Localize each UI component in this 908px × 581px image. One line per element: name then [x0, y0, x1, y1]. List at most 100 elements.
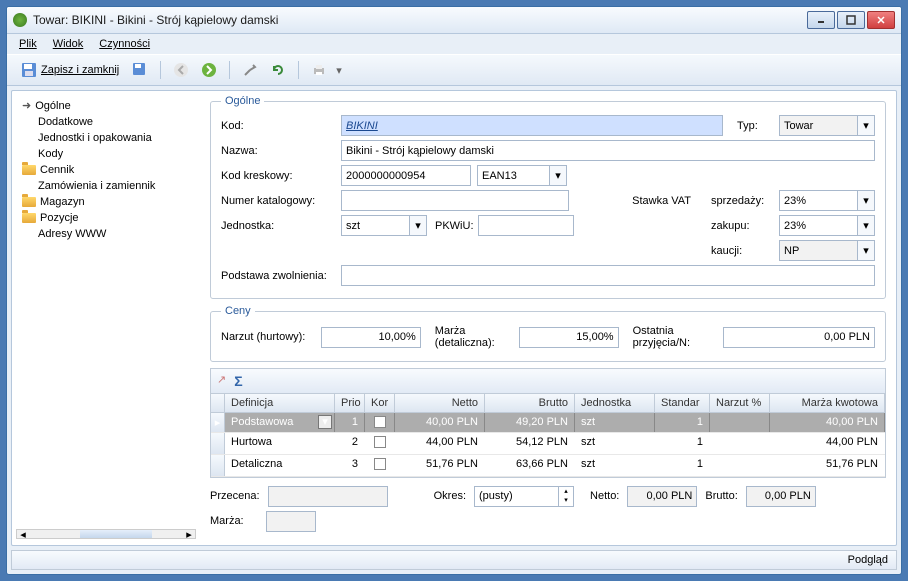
- cell-narzut: [710, 413, 770, 432]
- input-ostatnia[interactable]: [723, 327, 875, 348]
- select-vat-kaucji[interactable]: NP▾: [779, 240, 875, 261]
- price-toolbar: ↗ Σ: [210, 368, 886, 393]
- grid-row[interactable]: Hurtowa244,00 PLN54,12 PLNszt144,00 PLN: [211, 433, 885, 455]
- nav-magazyn[interactable]: Magazyn: [16, 194, 196, 210]
- input-podstawa[interactable]: [341, 265, 875, 286]
- save-dropdown-button[interactable]: [129, 59, 151, 81]
- maximize-button[interactable]: [837, 11, 865, 29]
- col-definicja[interactable]: Definicja: [225, 394, 335, 412]
- col-jednostka[interactable]: Jednostka: [575, 394, 655, 412]
- disk-dropdown-icon: [132, 62, 148, 78]
- nav-kody[interactable]: Kody: [16, 146, 196, 162]
- input-okres[interactable]: (pusty)▴▾: [474, 486, 574, 507]
- input-kod-kreskowy[interactable]: [341, 165, 471, 186]
- cell-kor[interactable]: [365, 433, 395, 454]
- cell-def: Hurtowa: [225, 433, 335, 454]
- label-stawka-vat: Stawka VAT: [632, 195, 691, 207]
- nav-dodatkowe[interactable]: Dodatkowe: [16, 114, 196, 130]
- scroll-thumb[interactable]: [80, 530, 151, 538]
- input-kod[interactable]: [341, 115, 723, 136]
- col-prio[interactable]: Prio: [335, 394, 365, 412]
- nav-scrollbar[interactable]: ◂ ▸: [16, 529, 196, 539]
- cell-prio: 3: [335, 455, 365, 476]
- export-icon[interactable]: ↗: [217, 373, 226, 389]
- input-marza[interactable]: [266, 511, 316, 532]
- input-marza-det[interactable]: [519, 327, 619, 348]
- save-close-label: Zapisz i zamknij: [41, 64, 119, 76]
- col-netto[interactable]: Netto: [395, 394, 485, 412]
- col-narzut[interactable]: Narzut %: [710, 394, 770, 412]
- cell-marza: 44,00 PLN: [770, 433, 885, 454]
- refresh-icon: [270, 62, 286, 78]
- input-pkwiu[interactable]: [478, 215, 574, 236]
- label-numer-kat: Numer katalogowy:: [221, 195, 341, 207]
- scroll-left-icon[interactable]: ◂: [17, 528, 29, 541]
- select-vat-sprzedazy[interactable]: 23%▾: [779, 190, 875, 211]
- print-icon: [311, 62, 327, 78]
- nav-back-button[interactable]: [170, 59, 192, 81]
- label-marza: Marża:: [210, 515, 244, 527]
- label-sprzedazy: sprzedaży:: [711, 195, 779, 207]
- nav-zamowienia[interactable]: Zamówienia i zamiennik: [16, 178, 196, 194]
- nav-cennik[interactable]: Cennik: [16, 162, 196, 178]
- label-typ: Typ:: [737, 120, 773, 132]
- nav-adresy[interactable]: Adresy WWW: [16, 226, 196, 242]
- row-marker: [211, 455, 225, 476]
- menu-czynnosci[interactable]: Czynności: [99, 38, 150, 50]
- col-standar[interactable]: Standar: [655, 394, 710, 412]
- sigma-icon[interactable]: Σ: [234, 373, 242, 389]
- nav-jednostki[interactable]: Jednostki i opakowania: [16, 130, 196, 146]
- input-numer-kat[interactable]: [341, 190, 569, 211]
- grid-row[interactable]: ▸Podstawowa▾1✓40,00 PLN49,20 PLNszt140,0…: [211, 413, 885, 433]
- status-podglad[interactable]: Podgląd: [848, 554, 888, 566]
- arrow-right-icon: [201, 62, 217, 78]
- select-vat-zakupu[interactable]: 23%▾: [779, 215, 875, 236]
- input-nazwa[interactable]: [341, 140, 875, 161]
- select-typ[interactable]: Towar▾: [779, 115, 875, 136]
- minimize-button[interactable]: [807, 11, 835, 29]
- grid-row[interactable]: Detaliczna351,76 PLN63,66 PLNszt151,76 P…: [211, 455, 885, 477]
- arrow-left-icon: [173, 62, 189, 78]
- titlebar[interactable]: Towar: BIKINI - Bikini - Strój kąpielowy…: [7, 7, 901, 34]
- label-okres: Okres:: [434, 490, 466, 502]
- cell-stand: 1: [655, 455, 710, 476]
- col-kor[interactable]: Kor: [365, 394, 395, 412]
- select-jednostka[interactable]: szt▾: [341, 215, 427, 236]
- label-pkwiu: PKWiU:: [435, 220, 474, 232]
- col-brutto[interactable]: Brutto: [485, 394, 575, 412]
- nav-ogolne[interactable]: ➜Ogólne: [16, 97, 196, 114]
- menu-widok[interactable]: Widok: [53, 38, 84, 50]
- input-przecena[interactable]: [268, 486, 388, 507]
- checkbox-icon: [374, 436, 386, 448]
- dropdown-arrow-icon[interactable]: ▾: [336, 64, 342, 77]
- save-close-button[interactable]: Zapisz i zamknij: [17, 60, 123, 80]
- close-button[interactable]: [867, 11, 895, 29]
- cell-kor[interactable]: ✓: [365, 413, 395, 432]
- label-marza-det: Marża (detaliczna):: [435, 325, 513, 349]
- cell-netto: 40,00 PLN: [395, 413, 485, 432]
- select-barcode-type[interactable]: EAN13▾: [477, 165, 567, 186]
- cell-brutto: 49,20 PLN: [485, 413, 575, 432]
- cell-kor[interactable]: [365, 455, 395, 476]
- input-narzut-hurt[interactable]: [321, 327, 421, 348]
- input-brutto[interactable]: [746, 486, 816, 507]
- cell-jedn: szt: [575, 413, 655, 432]
- tools-button[interactable]: [239, 59, 261, 81]
- menu-plik[interactable]: Plik: [19, 38, 37, 50]
- chevron-down-icon: ▾: [857, 191, 874, 210]
- spinner-icon[interactable]: ▴▾: [558, 487, 573, 506]
- refresh-button[interactable]: [267, 59, 289, 81]
- nav-forward-button[interactable]: [198, 59, 220, 81]
- tools-icon: [242, 62, 258, 78]
- status-bar: Podgląd: [11, 550, 897, 570]
- input-netto[interactable]: [627, 486, 697, 507]
- nav-pozycje[interactable]: Pozycje: [16, 210, 196, 226]
- chevron-down-icon[interactable]: ▾: [318, 415, 332, 429]
- cell-def: Detaliczna: [225, 455, 335, 476]
- app-window: Towar: BIKINI - Bikini - Strój kąpielowy…: [6, 6, 902, 575]
- print-button[interactable]: [308, 59, 330, 81]
- scroll-right-icon[interactable]: ▸: [183, 528, 195, 541]
- cell-narzut: [710, 433, 770, 454]
- label-jednostka: Jednostka:: [221, 220, 341, 232]
- col-marza-kw[interactable]: Marża kwotowa: [770, 394, 885, 412]
